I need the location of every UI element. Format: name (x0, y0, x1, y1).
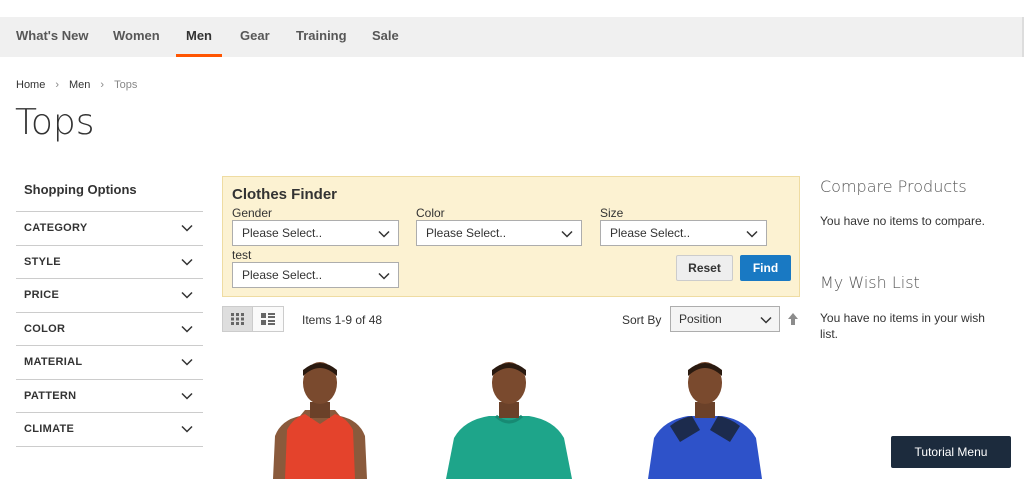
nav-item-sale[interactable]: Sale (372, 17, 399, 57)
grid-view-button[interactable] (222, 306, 253, 332)
nav-item-women[interactable]: Women (113, 17, 160, 57)
chevron-down-icon (181, 392, 193, 400)
page-title: Tops (15, 102, 95, 143)
find-button[interactable]: Find (740, 255, 791, 281)
chevron-down-icon (760, 316, 772, 324)
clothes-finder: Clothes Finder Gender Please Select.. Co… (222, 176, 800, 297)
filter-label: CATEGORY (24, 222, 88, 235)
product-photo-blue-tee (648, 362, 762, 479)
filter-label: STYLE (24, 255, 61, 268)
chevron-down-icon (181, 426, 193, 433)
gender-label: Gender (232, 206, 273, 220)
chevron-down-icon (378, 230, 390, 238)
sort-by-value: Position (679, 312, 722, 326)
filter-price[interactable]: PRICE (16, 279, 203, 313)
size-select-value: Please Select.. (610, 226, 691, 240)
size-select[interactable]: Please Select.. (600, 220, 767, 246)
shopping-options-sidebar: Shopping Options CATEGORY STYLE PRICE CO… (16, 176, 203, 447)
clothes-finder-title: Clothes Finder (232, 186, 338, 203)
list-icon (261, 313, 275, 325)
chevron-down-icon (181, 258, 193, 266)
filter-climate[interactable]: CLIMATE (16, 413, 203, 447)
breadcrumb: Home › Men › Tops (16, 79, 137, 91)
items-count: Items 1-9 of 48 (302, 313, 383, 327)
gender-select[interactable]: Please Select.. (232, 220, 399, 246)
color-select-value: Please Select.. (426, 226, 507, 240)
test-label: test (232, 248, 252, 262)
filter-material[interactable]: MATERIAL (16, 346, 203, 380)
wish-list-empty-text: You have no items in your wish list. (820, 311, 985, 341)
filter-pattern[interactable]: PATTERN (16, 380, 203, 413)
breadcrumb-current: Tops (114, 79, 138, 91)
product-photo-red-tank (273, 362, 367, 479)
sort-direction-arrow-icon[interactable] (787, 312, 799, 326)
color-select[interactable]: Please Select.. (416, 220, 582, 246)
filter-label: MATERIAL (24, 356, 83, 369)
reset-button[interactable]: Reset (676, 255, 733, 281)
breadcrumb-home-link[interactable]: Home (16, 79, 45, 91)
filter-label: PRICE (24, 289, 60, 302)
chevron-down-icon (181, 325, 193, 333)
view-mode-switcher (222, 306, 284, 332)
test-select-value: Please Select.. (242, 268, 323, 282)
nav-item-training[interactable]: Training (296, 17, 347, 57)
size-label: Size (600, 206, 624, 220)
breadcrumb-men-link[interactable]: Men (69, 79, 90, 91)
product-photo-teal-tee (446, 362, 572, 479)
gender-select-value: Please Select.. (242, 226, 323, 240)
list-view-button[interactable] (253, 306, 284, 332)
color-label: Color (416, 206, 445, 220)
grid-icon (230, 313, 244, 325)
nav-item-whats-new[interactable]: What's New (16, 17, 88, 57)
tutorial-menu-button[interactable]: Tutorial Menu (891, 436, 1011, 468)
chevron-down-icon (181, 292, 193, 299)
filter-style[interactable]: STYLE (16, 246, 203, 279)
shopping-options-title: Shopping Options (16, 176, 203, 212)
top-strip (0, 0, 1024, 17)
chevron-down-icon (746, 230, 758, 238)
filter-label: COLOR (24, 322, 66, 335)
filter-label: CLIMATE (24, 423, 75, 436)
sort-by-label: Sort By (622, 313, 662, 327)
nav-item-gear[interactable]: Gear (240, 17, 270, 57)
chevron-right-icon: › (100, 79, 105, 91)
nav-item-men[interactable]: Men (176, 17, 222, 57)
product-image[interactable] (630, 358, 780, 479)
product-image[interactable] (434, 358, 584, 479)
chevron-down-icon (181, 359, 193, 366)
filter-color[interactable]: COLOR (16, 313, 203, 346)
wish-list-title: My Wish List (820, 273, 920, 292)
chevron-down-icon (181, 225, 193, 232)
sort-by-select[interactable]: Position (670, 306, 780, 332)
compare-products-title: Compare Products (820, 177, 967, 196)
chevron-right-icon: › (55, 79, 60, 91)
compare-products-empty-text: You have no items to compare. (820, 214, 985, 228)
product-image[interactable] (245, 358, 395, 479)
main-navigation: What's New Women Men Gear Training Sale (0, 17, 1024, 57)
filter-label: PATTERN (24, 389, 77, 402)
chevron-down-icon (561, 230, 573, 238)
test-select[interactable]: Please Select.. (232, 262, 399, 288)
filter-category[interactable]: CATEGORY (16, 212, 203, 246)
chevron-down-icon (378, 272, 390, 280)
